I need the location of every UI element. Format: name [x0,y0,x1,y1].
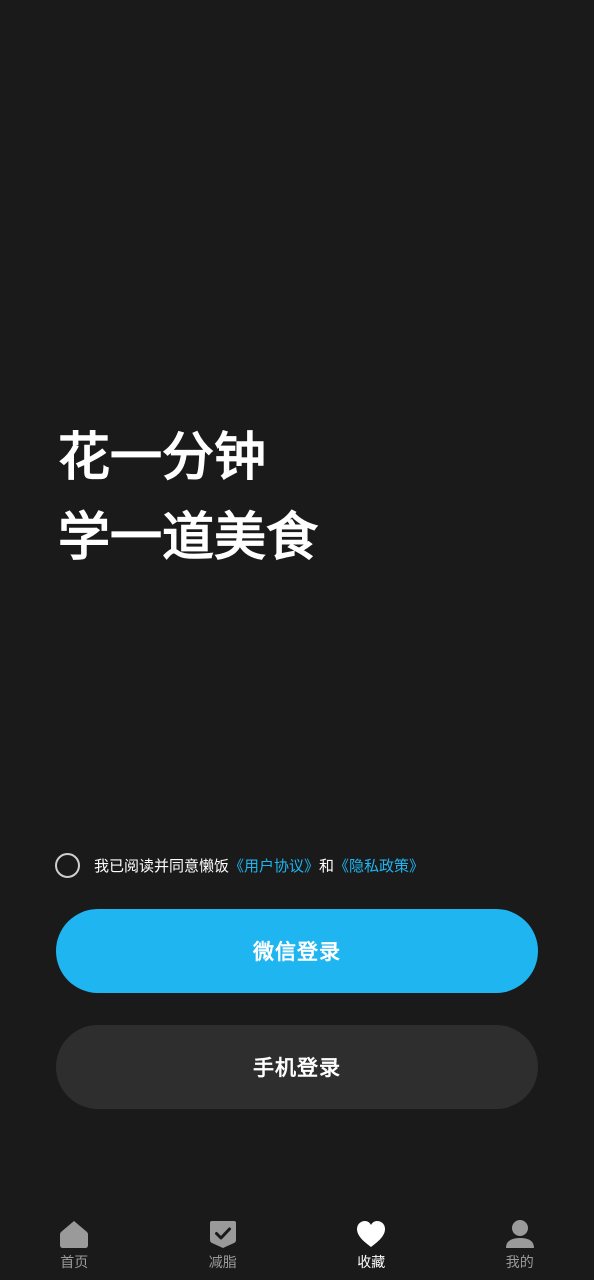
tab-home[interactable]: 首页 [0,1212,149,1280]
privacy-policy-link[interactable]: 《隐私政策》 [334,857,424,875]
user-agreement-link[interactable]: 《用户协议》 [229,857,319,875]
tab-mine-label: 我的 [505,1255,534,1271]
tab-home-label: 首页 [60,1255,89,1271]
hero-line-2: 学一道美食 [58,508,319,568]
hero-line-1: 花一分钟 [58,428,267,488]
phone-login-button[interactable]: 手机登录 [56,1025,538,1109]
login-screen: 花一分钟 学一道美食 我已阅读并同意懒饭《用户协议》和《隐私政策》 微信登录 手… [0,0,594,1280]
tab-fat-loss-label: 减脂 [208,1255,237,1271]
check-shield-icon [209,1221,236,1248]
tab-fat-loss[interactable]: 减脂 [149,1212,298,1280]
user-icon [505,1220,534,1248]
agreement-conjunction: 和 [319,856,335,875]
heart-icon [357,1221,386,1247]
hero-slogan: 花一分钟 学一道美食 [58,418,318,578]
bottom-tab-bar: 首页 减脂 收藏 我的 [0,1212,594,1280]
tab-favorites[interactable]: 收藏 [297,1212,446,1280]
agreement-text: 我已阅读并同意懒饭《用户协议》和《隐私政策》 [94,855,424,876]
home-icon [60,1221,89,1248]
agreement-row: 我已阅读并同意懒饭《用户协议》和《隐私政策》 [55,852,424,878]
wechat-login-button[interactable]: 微信登录 [56,909,538,993]
tab-mine[interactable]: 我的 [446,1212,594,1280]
agreement-checkbox[interactable] [55,852,80,878]
tab-favorites-label: 收藏 [357,1255,386,1271]
agreement-prefix: 我已阅读并同意懒饭 [94,856,230,875]
